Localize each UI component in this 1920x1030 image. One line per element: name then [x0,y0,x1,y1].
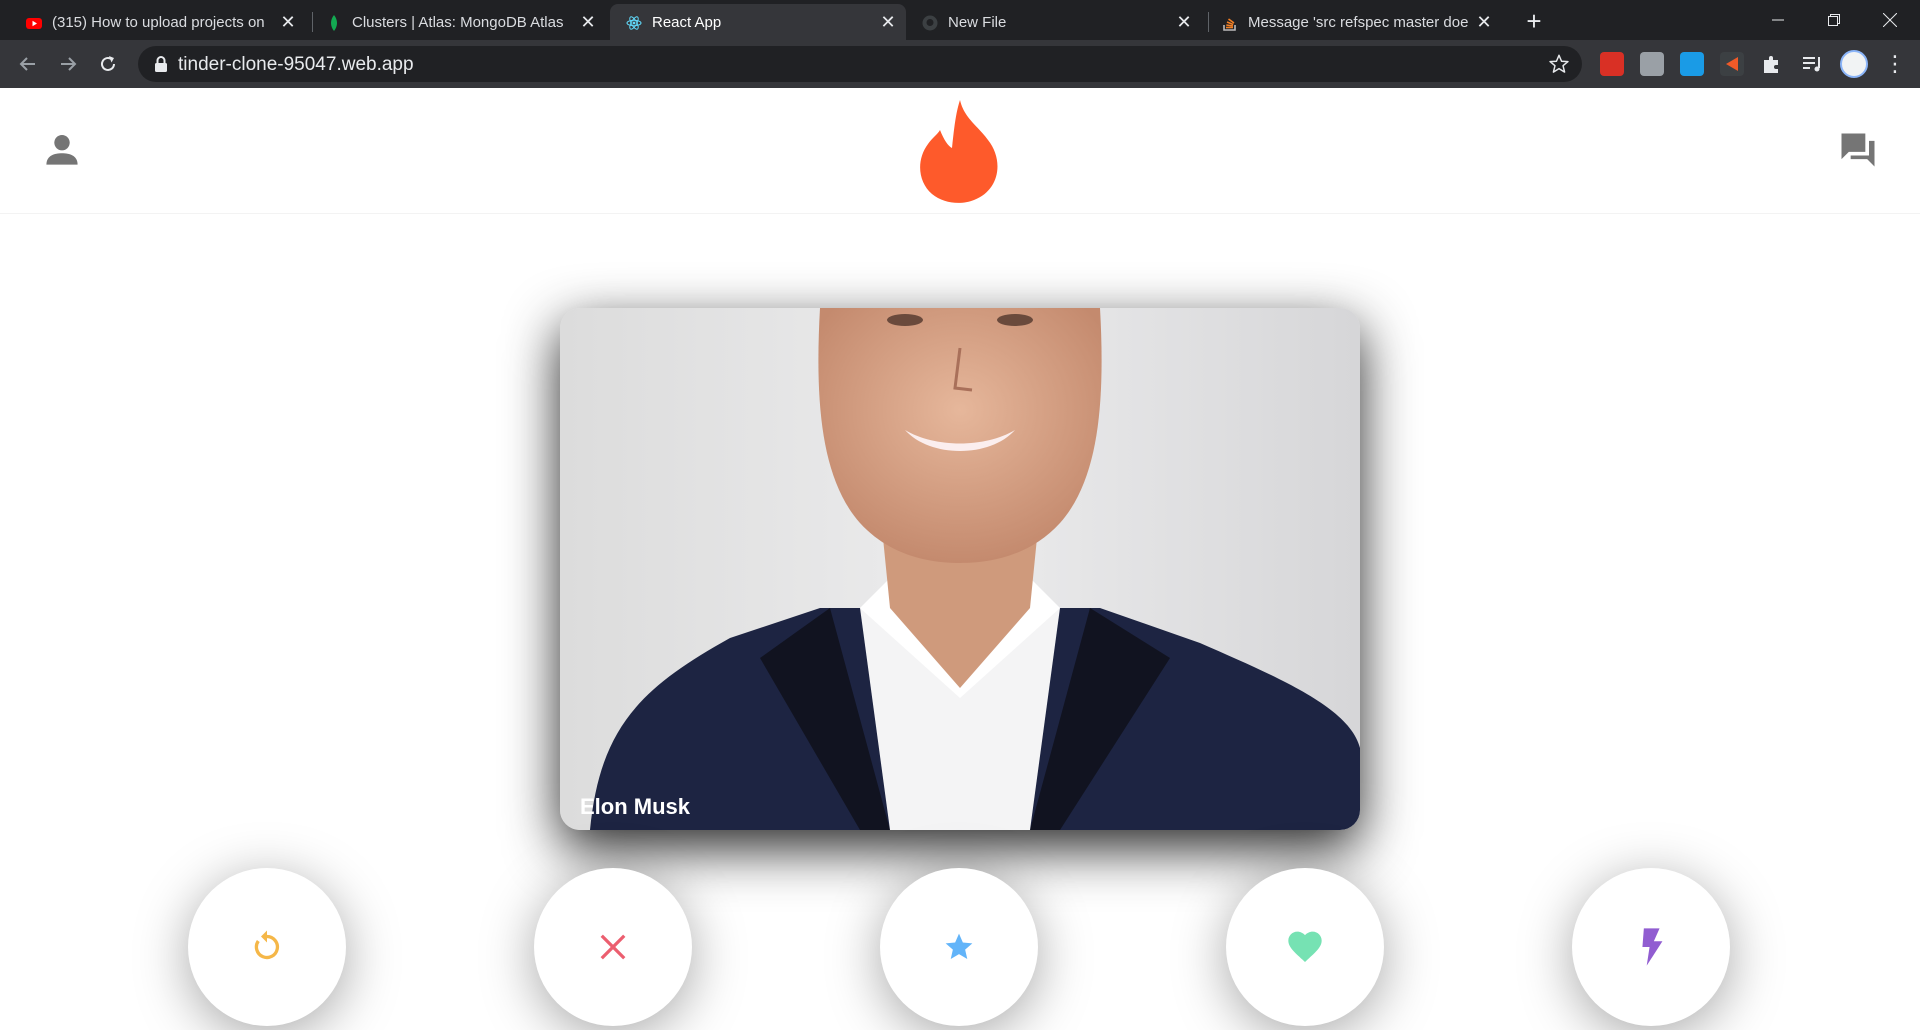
flash-icon [1642,928,1663,966]
tab-title: New File [948,13,1007,31]
mongodb-leaf-icon [331,15,337,31]
close-window-icon[interactable] [1862,0,1918,40]
boost-button[interactable] [1572,868,1730,1026]
tab-close-icon[interactable]: ✕ [1474,12,1494,32]
browser-tab-mongodb[interactable]: Clusters | Atlas: MongoDB Atlas ✕ [326,4,606,40]
star-icon [945,933,973,959]
minimize-icon[interactable] [1750,0,1806,40]
tab-close-icon[interactable]: ✕ [878,12,898,32]
close-icon [600,934,626,960]
tab-title: Clusters | Atlas: MongoDB Atlas [352,13,564,31]
new-tab-icon[interactable]: + [1520,8,1548,36]
browser-tab-new-file[interactable]: New File ✕ [922,4,1202,40]
browser-tab-strip: (315) How to upload projects on ✕ Cluste… [0,0,1920,40]
chrome-menu-icon[interactable]: ⋮ [1884,52,1906,76]
back-icon[interactable] [14,50,42,78]
bookmark-star-icon[interactable] [1548,53,1570,75]
extension-blue-icon[interactable] [1680,52,1704,76]
tab-title: (315) How to upload projects on [52,13,265,31]
nope-button[interactable] [534,868,692,1026]
tinder-flame-icon[interactable] [918,100,1002,204]
youtube-icon [26,18,42,29]
extension-red-icon[interactable] [1600,52,1624,76]
tab-title: React App [652,13,722,31]
extensions-puzzle-icon[interactable] [1760,52,1784,76]
react-icon [626,16,642,30]
like-button[interactable] [1226,868,1384,1026]
super-like-button[interactable] [880,868,1038,1026]
tab-separator [1208,12,1209,32]
address-bar[interactable]: tinder-clone-95047.web.app [138,46,1582,82]
browser-tab-stackoverflow[interactable]: Message 'src refspec master doe ✕ [1222,4,1502,40]
profile-photo [560,308,1360,830]
browser-tab-react-app[interactable]: React App ✕ [610,4,906,40]
person-icon[interactable] [40,128,84,172]
restore-icon[interactable] [1806,0,1862,40]
reload-icon[interactable] [94,50,122,78]
lock-icon [155,56,167,72]
chat-forum-icon[interactable] [1836,128,1880,172]
stackoverflow-icon [1223,18,1236,31]
tab-title: Message 'src refspec master doe [1248,13,1469,31]
app-header [0,88,1920,214]
forward-icon[interactable] [54,50,82,78]
replay-icon [254,930,280,960]
replay-button[interactable] [188,868,346,1026]
profile-avatar[interactable] [1840,50,1868,78]
browser-tab-youtube[interactable]: (315) How to upload projects on ✕ [26,4,306,40]
extension-grey-icon[interactable] [1640,52,1664,76]
browser-toolbar: tinder-clone-95047.web.app ⋮ [0,40,1920,88]
tab-close-icon[interactable]: ✕ [578,12,598,32]
media-queue-icon[interactable] [1800,52,1824,76]
heart-icon [1288,931,1322,962]
tab-close-icon[interactable]: ✕ [1174,12,1194,32]
tab-separator [312,12,313,32]
profile-card[interactable]: Elon Musk [560,308,1360,830]
profile-name: Elon Musk [580,794,691,819]
tab-close-icon[interactable]: ✕ [278,12,298,32]
url-text: tinder-clone-95047.web.app [178,54,414,75]
app-page: Elon Musk [0,88,1920,1030]
extension-orange-icon[interactable] [1720,52,1744,76]
github-icon [922,15,938,31]
